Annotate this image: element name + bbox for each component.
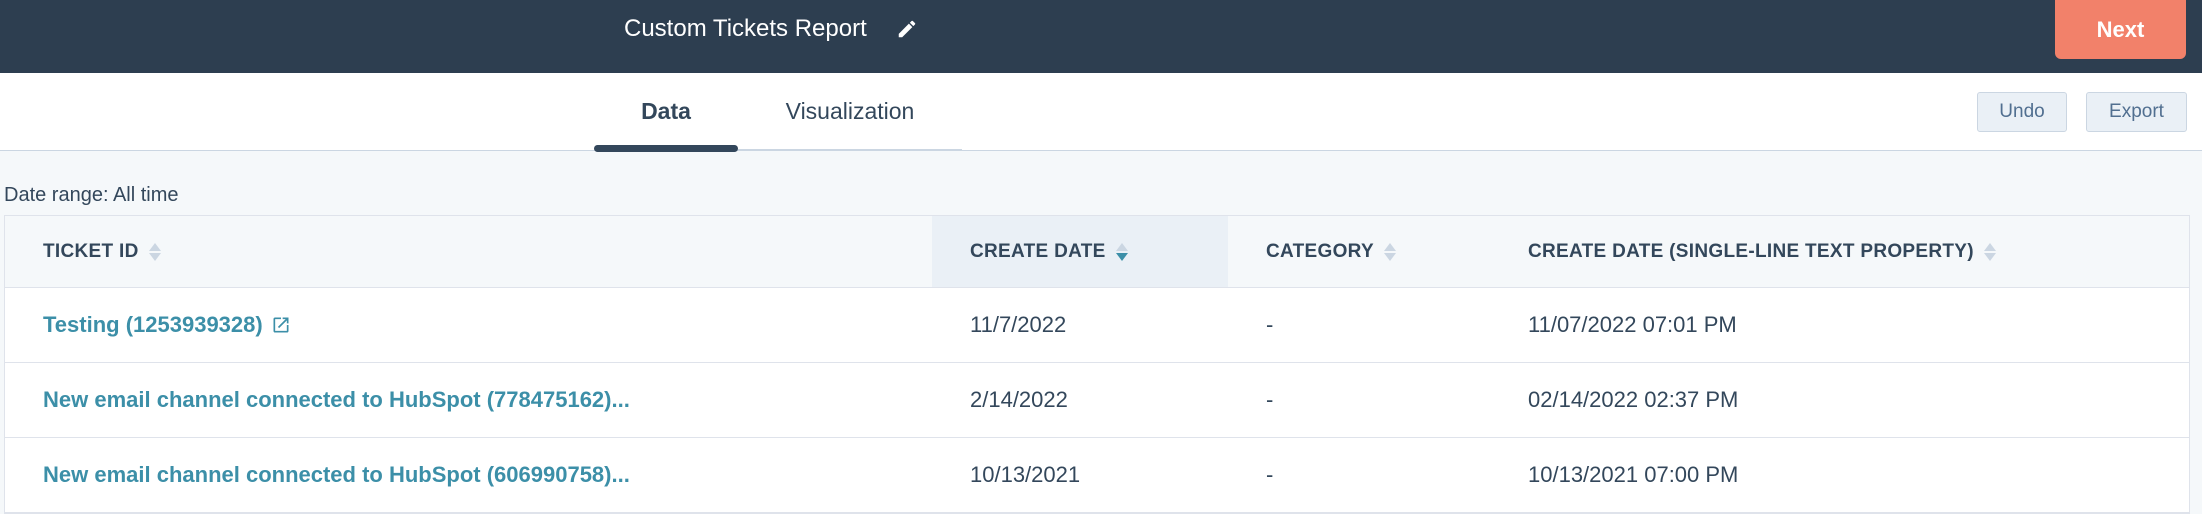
- sort-arrows-icon: [1383, 242, 1396, 261]
- external-link-icon[interactable]: [271, 315, 291, 335]
- ticket-link[interactable]: New email channel connected to HubSpot (…: [43, 438, 630, 512]
- create-date-cell: 11/7/2022: [970, 312, 1067, 337]
- report-table: TICKET ID CREATE DATE CATEGORY CREATE DA…: [4, 215, 2190, 514]
- table-row: Testing (1253939328) 11/7/2022 - 11/07/2…: [5, 288, 2189, 363]
- tab-data[interactable]: Data: [594, 73, 738, 152]
- undo-button[interactable]: Undo: [1977, 92, 2067, 132]
- ticket-link[interactable]: New email channel connected to HubSpot (…: [43, 363, 630, 437]
- sort-arrows-icon: [148, 242, 161, 261]
- create-date-cell: 10/13/2021: [970, 462, 1081, 487]
- export-button[interactable]: Export: [2086, 92, 2187, 132]
- create-date-cell: 2/14/2022: [970, 387, 1068, 412]
- category-cell: -: [1266, 387, 1274, 412]
- column-header-label: CREATE DATE (SINGLE-LINE TEXT PROPERTY): [1528, 240, 1974, 262]
- category-cell: -: [1266, 462, 1274, 487]
- pencil-icon: [898, 20, 916, 38]
- column-header-category[interactable]: CATEGORY: [1228, 216, 1490, 287]
- tab-underline: [738, 149, 962, 151]
- ticket-link[interactable]: Testing (1253939328): [43, 288, 291, 362]
- column-header-ticket-id[interactable]: TICKET ID: [5, 216, 932, 287]
- create-date-text-cell: 11/07/2022 07:01 PM: [1528, 312, 1737, 337]
- tab-data-label: Data: [641, 98, 691, 124]
- create-date-text-cell: 02/14/2022 02:37 PM: [1528, 387, 1739, 412]
- tab-visualization[interactable]: Visualization: [738, 73, 962, 151]
- column-header-label: TICKET ID: [43, 240, 139, 262]
- sort-arrows-icon: [1983, 242, 1996, 261]
- column-header-create-date[interactable]: CREATE DATE: [932, 216, 1228, 287]
- next-button[interactable]: Next: [2055, 0, 2186, 59]
- tab-visualization-label: Visualization: [785, 98, 915, 124]
- column-header-label: CREATE DATE: [970, 240, 1106, 262]
- ticket-name: Testing (1253939328): [43, 312, 263, 337]
- active-tab-indicator: [594, 145, 738, 152]
- date-range-label: Date range: All time: [4, 184, 179, 206]
- top-header: Custom Tickets Report Next: [0, 0, 2202, 73]
- table-header: TICKET ID CREATE DATE CATEGORY CREATE DA…: [5, 216, 2189, 288]
- table-row: New email channel connected to HubSpot (…: [5, 438, 2189, 513]
- category-cell: -: [1266, 312, 1274, 337]
- table-row: New email channel connected to HubSpot (…: [5, 363, 2189, 438]
- sort-descending-icon: [1115, 242, 1128, 261]
- create-date-text-cell: 10/13/2021 07:00 PM: [1528, 462, 1739, 487]
- tab-bar: Data Visualization: [0, 73, 2202, 152]
- report-title: Custom Tickets Report: [624, 15, 867, 42]
- edit-title-button[interactable]: [890, 12, 924, 46]
- column-header-label: CATEGORY: [1266, 240, 1374, 262]
- column-header-create-date-text[interactable]: CREATE DATE (SINGLE-LINE TEXT PROPERTY): [1490, 216, 2180, 287]
